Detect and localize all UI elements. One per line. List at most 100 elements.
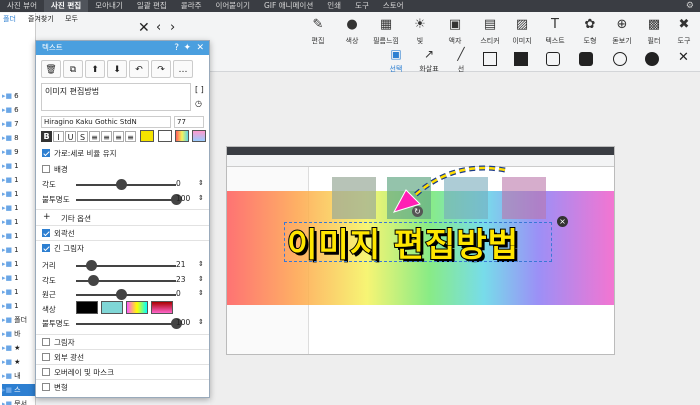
transform-checkbox[interactable]: [42, 383, 50, 391]
tool-film-button[interactable]: ▦ 필름느낌: [369, 16, 403, 46]
text-input[interactable]: 이미지 편집방법: [41, 83, 191, 111]
help-icon[interactable]: ?: [174, 41, 179, 55]
bring-front-button[interactable]: ⬆: [85, 60, 105, 78]
clock-icon[interactable]: ◷: [195, 99, 202, 108]
rotate-handle-icon[interactable]: ↻: [412, 206, 423, 217]
folder-item[interactable]: ▸■ 문서: [2, 398, 36, 405]
strike-button[interactable]: S: [77, 131, 88, 142]
folder-item[interactable]: ▸■ 7: [2, 118, 36, 130]
folder-item[interactable]: ▸■ 8: [2, 132, 36, 144]
shadow-checkbox[interactable]: [42, 338, 50, 346]
back-arrow-icon[interactable]: ‹: [156, 20, 161, 35]
top-tab-0[interactable]: 사진 뷰어: [0, 0, 44, 12]
round-rect-filled-shape-icon[interactable]: [579, 52, 593, 66]
rect-outline-shape-icon[interactable]: [483, 52, 497, 66]
distance-slider-knob[interactable]: [86, 260, 97, 271]
folder-item[interactable]: ▸■ 스: [2, 384, 36, 396]
undo-button[interactable]: ↶: [129, 60, 149, 78]
shadow-angle-slider-knob[interactable]: [88, 275, 99, 286]
folder-item[interactable]: ▸■ 1: [2, 160, 36, 172]
angle-slider-knob[interactable]: [116, 179, 127, 190]
redo-button[interactable]: ↷: [151, 60, 171, 78]
close-x-icon[interactable]: ✕: [138, 20, 150, 36]
tool-frame-button[interactable]: ▣ 액자: [438, 16, 472, 46]
text-bg-swatch[interactable]: [158, 130, 172, 142]
folder-item[interactable]: ▸■ 내: [2, 370, 36, 382]
align-left-button[interactable]: ≡: [89, 131, 100, 142]
top-tab-5[interactable]: 이어붙이기: [209, 0, 258, 12]
tab-favorites[interactable]: 즐겨찾기: [28, 13, 68, 25]
more-button[interactable]: …: [173, 60, 193, 78]
folder-item[interactable]: ▸■ 1: [2, 286, 36, 298]
settings-gear-icon[interactable]: ⚙: [686, 1, 694, 11]
folder-item[interactable]: ▸■ ★: [2, 342, 36, 354]
keep-ratio-checkbox[interactable]: [42, 149, 50, 157]
perspective-slider-knob[interactable]: [116, 289, 127, 300]
folder-item[interactable]: ▸■ 1: [2, 202, 36, 214]
shadow-color-pattern-swatch[interactable]: [101, 301, 123, 314]
folder-item[interactable]: ▸■ 1: [2, 188, 36, 200]
outline-checkbox[interactable]: [42, 229, 50, 237]
round-rect-outline-shape-icon[interactable]: [546, 52, 560, 66]
top-tab-1[interactable]: 사진 편집: [43, 0, 89, 12]
font-size-select[interactable]: 77: [174, 116, 204, 128]
shadow-angle-stepper-icon[interactable]: ⇕: [198, 275, 204, 283]
opacity-stepper-icon[interactable]: ⇕: [198, 194, 204, 202]
top-tab-3[interactable]: 일괄 편집: [130, 0, 174, 12]
perspective-stepper-icon[interactable]: ⇕: [198, 289, 204, 297]
distance-stepper-icon[interactable]: ⇕: [198, 260, 204, 268]
font-select[interactable]: Hiragino Kaku Gothic StdN: [41, 116, 171, 128]
tab-folder[interactable]: 폴더: [3, 13, 16, 25]
tool-tools-button[interactable]: ✖ 도구: [667, 16, 700, 46]
bracket-icon[interactable]: [ ]: [195, 85, 204, 94]
top-tab-9[interactable]: 스토어: [376, 0, 411, 12]
top-tab-7[interactable]: 인쇄: [320, 0, 348, 12]
shadow-color-gradient-swatch[interactable]: [126, 301, 148, 314]
tool-image-button[interactable]: ▨ 이미지: [505, 16, 539, 46]
close-panel-icon[interactable]: ✕: [196, 41, 204, 55]
italic-button[interactable]: I: [53, 131, 64, 142]
folder-item[interactable]: ▸■ 폴더: [2, 314, 36, 326]
delete-button[interactable]: 🗑: [41, 60, 61, 78]
forward-arrow-icon[interactable]: ›: [170, 20, 175, 35]
folder-item[interactable]: ▸■ 6: [2, 104, 36, 116]
more-options-label[interactable]: 기타 옵션: [61, 213, 91, 224]
top-tab-6[interactable]: GIF 애니메이션: [257, 0, 320, 12]
long-shadow-checkbox[interactable]: [42, 244, 50, 252]
folder-item[interactable]: ▸■ 1: [2, 230, 36, 242]
align-right-button[interactable]: ≡: [113, 131, 124, 142]
bold-button[interactable]: B: [41, 131, 52, 142]
tool-sticker-button[interactable]: ▤ 스티커: [473, 16, 507, 46]
plus-icon[interactable]: +: [43, 212, 51, 222]
folder-item[interactable]: ▸■ 9: [2, 146, 36, 158]
underline-button[interactable]: U: [65, 131, 76, 142]
tab-all[interactable]: 모두: [65, 13, 78, 25]
folder-item[interactable]: ▸■ 1: [2, 258, 36, 270]
angle-stepper-icon[interactable]: ⇕: [198, 179, 204, 187]
folder-item[interactable]: ▸■ 1: [2, 300, 36, 312]
arrow-tool-button[interactable]: ↗ 화살표: [412, 46, 446, 74]
tool-edit-button[interactable]: ✎ 편집: [301, 16, 335, 46]
background-checkbox[interactable]: [42, 165, 50, 173]
top-tab-4[interactable]: 콜라주: [174, 0, 209, 12]
text-color-swatch[interactable]: [140, 130, 154, 142]
send-back-button[interactable]: ⬇: [107, 60, 127, 78]
tool-text-button[interactable]: T 텍스트: [538, 16, 572, 46]
rect-filled-shape-icon[interactable]: [514, 52, 528, 66]
shadow-color-black-swatch[interactable]: [76, 301, 98, 314]
folder-item[interactable]: ▸■ 1: [2, 216, 36, 228]
pin-icon[interactable]: ✦: [183, 41, 191, 55]
circle-filled-shape-icon[interactable]: [645, 52, 659, 66]
selection-box[interactable]: [284, 222, 552, 262]
folder-item[interactable]: ▸■ 1: [2, 272, 36, 284]
select-tool-button[interactable]: ▣ 선택: [379, 46, 413, 74]
justify-button[interactable]: ≡: [125, 131, 136, 142]
outer-glow-checkbox[interactable]: [42, 353, 50, 361]
circle-outline-shape-icon[interactable]: [613, 52, 627, 66]
folder-item[interactable]: ▸■ 1: [2, 174, 36, 186]
folder-item[interactable]: ▸■ ★: [2, 356, 36, 368]
texture-swatch[interactable]: [192, 130, 206, 142]
align-center-button[interactable]: ≡: [101, 131, 112, 142]
tool-light-button[interactable]: ☀ 빛: [403, 16, 437, 46]
top-tab-8[interactable]: 도구: [348, 0, 376, 12]
